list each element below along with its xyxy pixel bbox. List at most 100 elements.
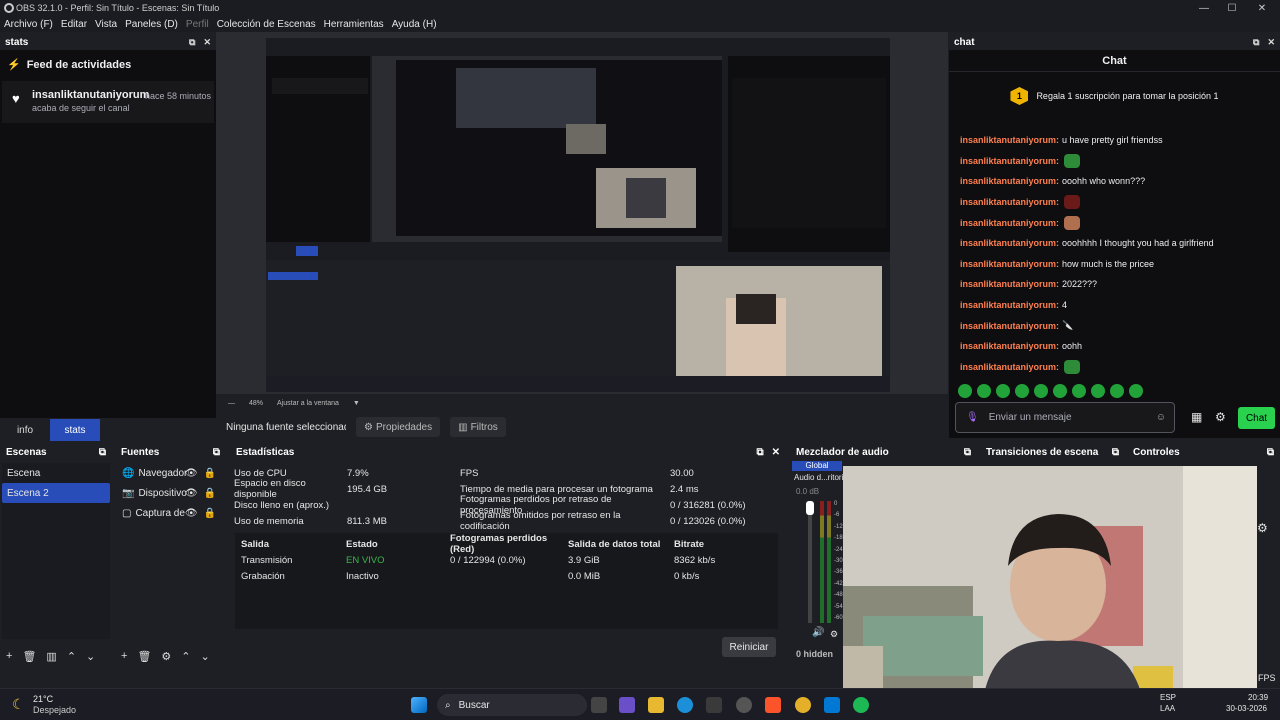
volume-slider-handle[interactable] xyxy=(806,501,814,515)
lock-icon[interactable]: 🔒 xyxy=(204,488,216,499)
menu-paneles[interactable]: Paneles (D) xyxy=(121,19,182,30)
zoom-value[interactable]: 48% xyxy=(249,400,263,407)
down-icon[interactable]: ⌄ xyxy=(201,650,210,663)
menu-herramientas[interactable]: Herramientas xyxy=(320,19,388,30)
scene-item-selected[interactable]: Escena 2 xyxy=(2,483,110,503)
close-window-button[interactable]: ✕ xyxy=(1250,0,1274,16)
chat-username[interactable]: insanliktanutaniyorum: xyxy=(960,218,1059,228)
chat-username[interactable]: insanliktanutaniyorum: xyxy=(960,176,1059,186)
chat-username[interactable]: insanliktanutaniyorum: xyxy=(960,341,1059,351)
eye-icon[interactable]: 👁 xyxy=(185,508,198,519)
app-icon[interactable] xyxy=(619,697,635,713)
chat-username[interactable]: insanliktanutaniyorum: xyxy=(960,197,1059,207)
lock-icon[interactable]: 🔒 xyxy=(204,508,216,519)
add-icon[interactable]: + xyxy=(121,650,127,663)
float-dock-icon[interactable]: ⧉ xyxy=(213,447,220,458)
emote-icon[interactable] xyxy=(1110,384,1124,398)
up-icon[interactable]: ⌃ xyxy=(181,650,190,663)
speaker-icon[interactable]: 🔊 xyxy=(812,627,824,638)
float-dock-icon[interactable]: ⧉ xyxy=(1253,37,1259,48)
menu-coleccion-escenas[interactable]: Colección de Escenas xyxy=(213,19,320,30)
mixer-tab-global[interactable]: Global xyxy=(792,461,842,471)
brave-icon[interactable] xyxy=(765,697,781,713)
trash-icon[interactable]: 🗑 xyxy=(22,650,36,663)
emote-icon[interactable] xyxy=(958,384,972,398)
chat-send-button[interactable]: Chat xyxy=(1238,407,1275,429)
menu-archivo[interactable]: Archivo (F) xyxy=(0,19,57,30)
source-item[interactable]: ▢Captura de pantalla👁 🔒 xyxy=(117,503,224,523)
properties-button[interactable]: ⚙ Propiedades xyxy=(356,417,441,437)
emote-icon[interactable] xyxy=(1034,384,1048,398)
menu-vista[interactable]: Vista xyxy=(91,19,121,30)
obs-taskbar-icon[interactable] xyxy=(736,697,752,713)
up-icon[interactable]: ⌃ xyxy=(67,650,76,663)
float-dock-icon[interactable]: ⧉ xyxy=(99,447,106,458)
emote-icon[interactable] xyxy=(1129,384,1143,398)
sub-gift-banner[interactable]: 1 Regala 1 suscripción para tomar la pos… xyxy=(949,76,1280,116)
spotify-icon[interactable] xyxy=(853,697,869,713)
menu-ayuda[interactable]: Ayuda (H) xyxy=(388,19,441,30)
keyboard-lang[interactable]: ESP xyxy=(1160,693,1176,702)
chat-username[interactable]: insanliktanutaniyorum: xyxy=(960,362,1059,372)
down-icon[interactable]: ⌄ xyxy=(86,650,95,663)
chat-username[interactable]: insanliktanutaniyorum: xyxy=(960,259,1059,269)
close-dock-icon[interactable]: ✕ xyxy=(203,37,211,48)
taskbar-search[interactable]: ⌕ Buscar xyxy=(437,694,587,716)
clock-time[interactable]: 20:39 xyxy=(1248,693,1268,702)
source-item[interactable]: 🌐 Navegador 👁 🔒 xyxy=(117,463,224,483)
minimize-button[interactable]: — xyxy=(1192,0,1216,16)
menu-perfil[interactable]: Perfil xyxy=(182,19,213,30)
zoom-fit-label[interactable]: Ajustar a la ventana xyxy=(277,400,339,407)
maximize-button[interactable]: ☐ xyxy=(1220,0,1244,16)
scene-item[interactable]: Escena xyxy=(2,463,110,483)
emote-icon[interactable] xyxy=(977,384,991,398)
gift-icon[interactable]: ▦ xyxy=(1191,410,1202,424)
chat-username[interactable]: insanliktanutaniyorum: xyxy=(960,156,1059,166)
tab-info[interactable]: info xyxy=(0,419,50,441)
emote-icon[interactable] xyxy=(1053,384,1067,398)
float-dock-icon[interactable]: ⧉ xyxy=(756,447,763,458)
app-icon[interactable] xyxy=(824,697,840,713)
emote-icon[interactable] xyxy=(1072,384,1086,398)
menu-editar[interactable]: Editar xyxy=(57,19,91,30)
emote-icon[interactable] xyxy=(1015,384,1029,398)
eye-icon[interactable]: 👁 xyxy=(185,488,198,499)
edge-icon[interactable] xyxy=(677,697,693,713)
close-dock-icon[interactable]: ✕ xyxy=(772,447,780,458)
float-dock-icon[interactable]: ⧉ xyxy=(189,37,195,48)
chat-username[interactable]: insanliktanutaniyorum: xyxy=(960,300,1059,310)
chat-input[interactable]: 🎙 Enviar un mensaje ☺ xyxy=(955,402,1175,433)
chat-username[interactable]: insanliktanutaniyorum: xyxy=(960,279,1059,289)
chat-username[interactable]: insanliktanutaniyorum: xyxy=(960,135,1059,145)
start-icon[interactable] xyxy=(411,697,427,713)
trash-icon[interactable]: 🗑 xyxy=(137,650,151,663)
task-view-icon[interactable] xyxy=(591,697,607,713)
eye-icon[interactable]: 👁 xyxy=(185,468,198,479)
tab-stats[interactable]: stats xyxy=(50,419,100,441)
reset-stats-button[interactable]: Reiniciar xyxy=(722,637,776,657)
emote-icon[interactable] xyxy=(996,384,1010,398)
filters-button[interactable]: ▥ Filtros xyxy=(450,417,506,437)
program-preview[interactable] xyxy=(266,38,890,392)
add-icon[interactable]: + xyxy=(6,650,12,663)
settings-icon[interactable]: ⚙ xyxy=(1257,521,1268,535)
clock-date[interactable]: 30-03-2026 xyxy=(1226,704,1267,713)
volume-slider[interactable] xyxy=(808,501,812,623)
activity-feed-item[interactable]: ♥ insanliktanutaniyorum hace 58 minutos … xyxy=(2,81,214,123)
chat-username[interactable]: insanliktanutaniyorum: xyxy=(960,321,1059,331)
hidden-count[interactable]: 0 hidden xyxy=(796,649,833,659)
float-dock-icon[interactable]: ⧉ xyxy=(1112,447,1119,458)
chrome-icon[interactable] xyxy=(795,697,811,713)
zoom-dropdown-icon[interactable]: ▼ xyxy=(353,400,360,407)
gear-icon[interactable]: ⚙ xyxy=(161,650,171,663)
emote-icon[interactable] xyxy=(1091,384,1105,398)
source-item[interactable]: 📷Dispositivo de captura👁 🔒 xyxy=(117,483,224,503)
weather-desc[interactable]: Despejado xyxy=(33,705,76,715)
lock-icon[interactable]: 🔒 xyxy=(204,468,216,479)
store-icon[interactable] xyxy=(706,697,722,713)
chat-settings-icon[interactable]: ⚙ xyxy=(1215,410,1226,424)
mixer-menu-icon[interactable]: ⚙ xyxy=(830,629,838,640)
file-explorer-icon[interactable] xyxy=(648,697,664,713)
emoji-icon[interactable]: ☺ xyxy=(1156,412,1166,423)
filter-icon[interactable]: ▥ xyxy=(46,650,56,663)
